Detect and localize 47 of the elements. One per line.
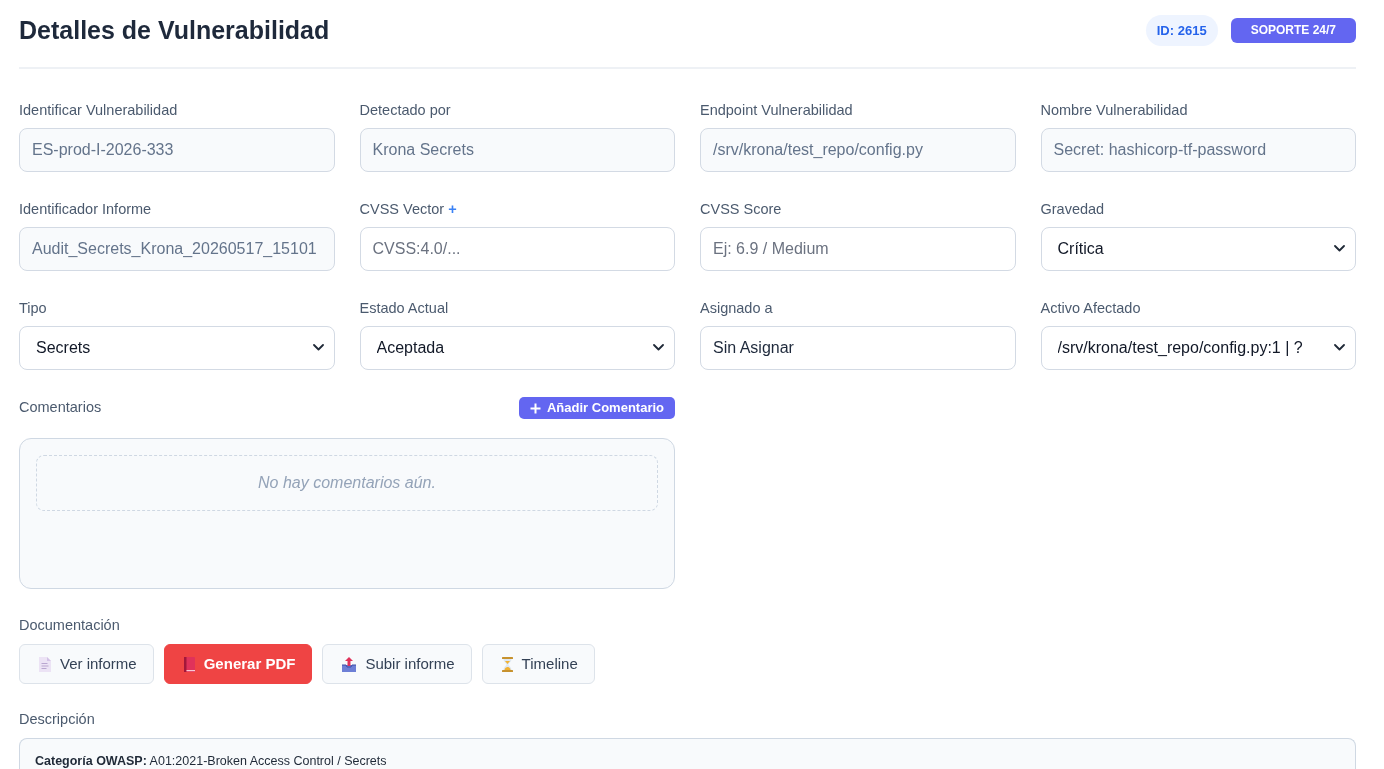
- section-label: Comentarios: [19, 398, 102, 417]
- page-title: Detalles de Vulnerabilidad: [19, 15, 330, 46]
- readonly-field[interactable]: ES-prod-I-2026-333: [19, 128, 335, 172]
- select-field[interactable]: Secrets: [19, 326, 335, 370]
- field-label: Asignado a: [700, 300, 773, 316]
- field-label: Detectado por: [359, 102, 451, 118]
- hourglass-icon: [501, 656, 513, 672]
- field-label: Identificador Informe: [19, 201, 152, 217]
- id-badge: ID: 2615: [1145, 14, 1218, 46]
- field-label: CVSS Score: [700, 201, 782, 217]
- field-label: Gravedad: [1040, 201, 1105, 217]
- field-label: Endpoint Vulnerabilidad: [700, 102, 853, 118]
- input-field[interactable]: CVSS:4.0/...: [359, 227, 675, 271]
- field-label: Nombre Vulnerabilidad: [1040, 102, 1188, 118]
- document-button[interactable]: Timeline: [481, 644, 595, 684]
- input-field[interactable]: Sin Asignar: [700, 326, 1016, 370]
- empty-message: No hay comentarios aún.: [258, 473, 436, 493]
- readonly-field[interactable]: Audit_Secrets_Krona_20260517_15101: [19, 227, 335, 271]
- plus-icon: [530, 402, 541, 414]
- chevron-down-icon: [653, 344, 664, 351]
- field-label: CVSS Vector: [359, 201, 445, 217]
- section-label: Documentación: [19, 616, 120, 635]
- document-button[interactable]: Generar PDF: [163, 644, 313, 684]
- add-link[interactable]: +: [448, 201, 457, 217]
- support-badge: SOPORTE 24/7: [1230, 17, 1356, 43]
- chevron-down-icon: [1334, 245, 1345, 252]
- readonly-field[interactable]: Krona Secrets: [359, 128, 675, 172]
- section-label: Descripción: [19, 710, 95, 729]
- chevron-down-icon: [312, 344, 324, 351]
- chevron-down-icon: [1334, 344, 1345, 351]
- field-label: Activo Afectado: [1040, 300, 1141, 316]
- add-comment-button[interactable]: Añadir Comentario: [519, 397, 675, 419]
- document-button[interactable]: Ver informe: [19, 644, 154, 684]
- document-button[interactable]: Subir informe: [322, 644, 472, 684]
- field-label: Identificar Vulnerabilidad: [19, 102, 178, 118]
- input-field[interactable]: Ej: 6.9 / Medium: [700, 227, 1016, 271]
- readonly-field[interactable]: /srv/krona/test_repo/config.py: [700, 128, 1016, 172]
- document-icon: [39, 656, 51, 672]
- readonly-field[interactable]: Secret: hashicorp-tf-password: [1040, 128, 1356, 172]
- field-label: Estado Actual: [359, 300, 449, 316]
- field-label: Tipo: [19, 300, 47, 316]
- book-icon: [183, 656, 195, 672]
- select-field[interactable]: Crítica: [1040, 227, 1356, 271]
- select-field[interactable]: /srv/krona/test_repo/config.py:1 | ?: [1040, 326, 1356, 370]
- description-text: Categoría OWASP: A01:2021-Broken Access Control / Secrets: [35, 753, 387, 769]
- select-field[interactable]: Aceptada: [359, 326, 675, 370]
- upload-tray-icon: [342, 656, 357, 672]
